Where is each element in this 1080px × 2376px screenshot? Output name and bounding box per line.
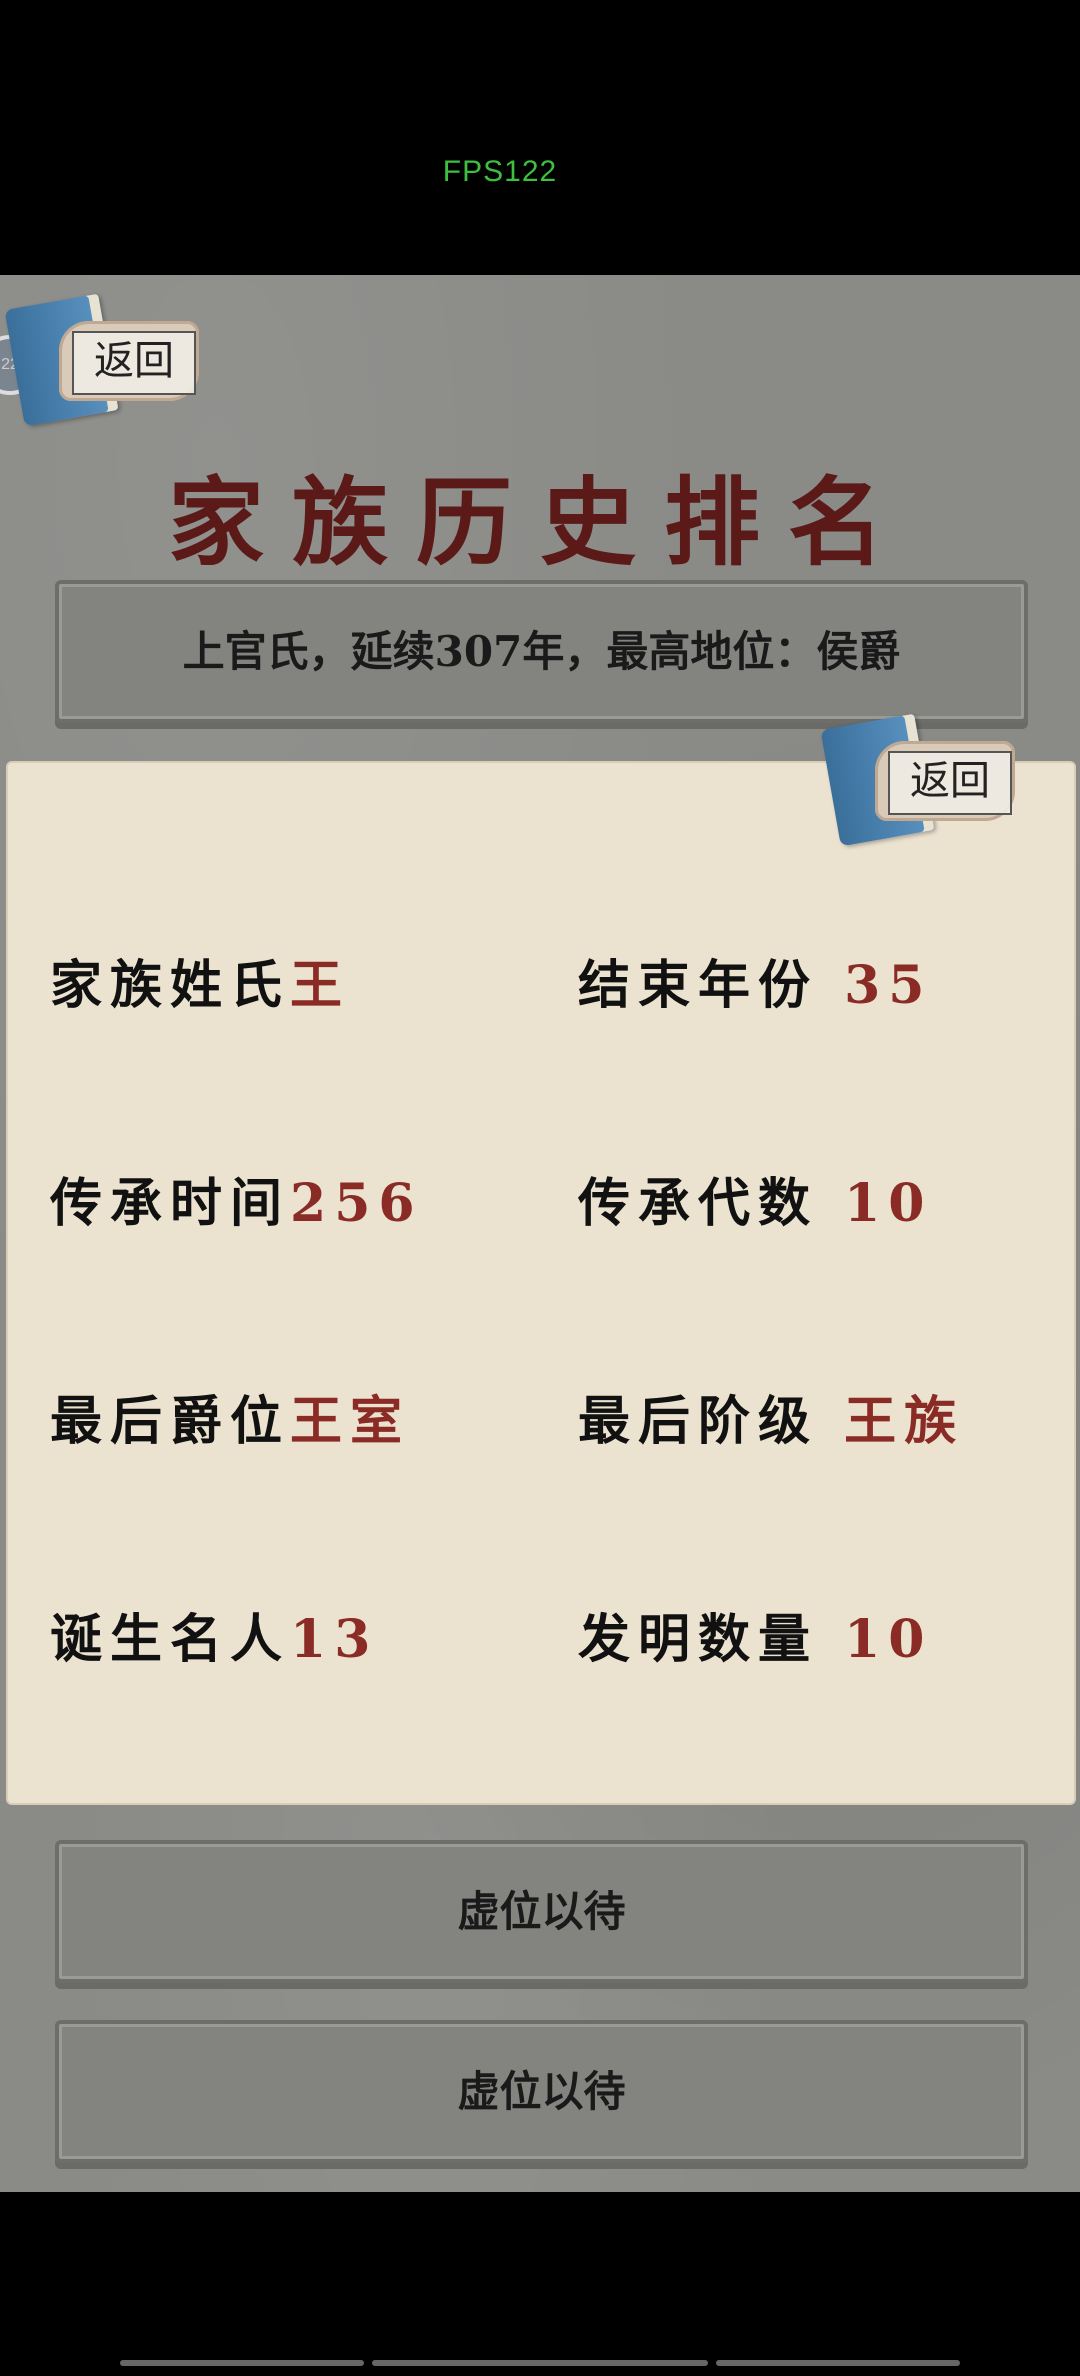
detail-value: 35 [844, 955, 933, 1016]
detail-label: 发明数量 [578, 1609, 819, 1670]
ranking-entry-1[interactable]: 上官氏，延续307年，最高地位：侯爵 [55, 580, 1028, 723]
detail-duration: 传承时间256 [50, 1161, 423, 1236]
detail-label: 诞生名人 [50, 1609, 291, 1670]
detail-value: 13 [290, 1609, 379, 1670]
detail-value: 10 [844, 1173, 933, 1234]
game-screen: 22 返回 家族历史排名 上官氏，延续307年，最高地位：侯爵 虚位以待 虚位以… [0, 275, 1080, 2192]
ranking-entry-3[interactable]: 虚位以待 [55, 2020, 1028, 2163]
detail-label: 结束年份 [578, 955, 819, 1016]
fps-counter: FPS122 [442, 155, 558, 188]
detail-last-title: 最后爵位王室 [50, 1379, 410, 1454]
detail-label: 家族姓氏 [50, 955, 291, 1016]
back-button[interactable]: 返回 [4, 293, 204, 427]
home-indicator-segment [120, 2360, 364, 2366]
back-button-label: 返回 [888, 751, 1012, 815]
detail-generations: 传承代数 10 [578, 1161, 933, 1236]
ranking-entry-2[interactable]: 虚位以待 [55, 1840, 1028, 1983]
detail-value: 王室 [290, 1391, 411, 1452]
back-button-label: 返回 [72, 331, 196, 395]
family-detail-popup: 家族姓氏王 结束年份 35 传承时间256 传承代数 10 最后爵位王室 最后阶… [8, 763, 1074, 1803]
detail-celebrities: 诞生名人13 [50, 1597, 378, 1672]
detail-label: 传承代数 [578, 1173, 819, 1234]
detail-value: 256 [290, 1173, 423, 1234]
popup-back-button[interactable]: 返回 [820, 713, 1020, 847]
home-indicator-segment [372, 2360, 708, 2366]
detail-inventions: 发明数量 10 [578, 1597, 933, 1672]
detail-end-year: 结束年份 35 [578, 943, 933, 1018]
detail-value: 王 [290, 955, 351, 1016]
detail-value: 10 [844, 1609, 933, 1670]
detail-label: 最后阶级 [578, 1391, 819, 1452]
detail-label: 传承时间 [50, 1173, 291, 1234]
detail-surname: 家族姓氏王 [50, 943, 350, 1018]
detail-value: 王族 [844, 1391, 965, 1452]
detail-last-class: 最后阶级 王族 [578, 1379, 964, 1454]
page-title: 家族历史排名 [168, 466, 912, 579]
home-indicator-segment [716, 2360, 960, 2366]
detail-label: 最后爵位 [50, 1391, 291, 1452]
